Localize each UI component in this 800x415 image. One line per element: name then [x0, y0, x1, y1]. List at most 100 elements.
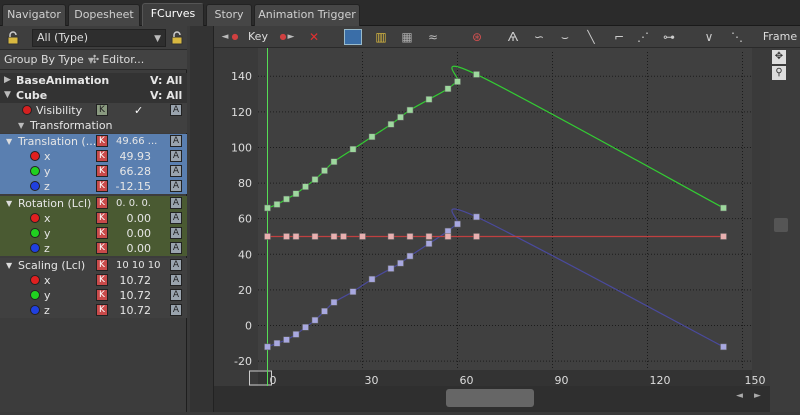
tree-item-rotation-x[interactable]: x K 0.00 A [0, 211, 187, 226]
animate-button[interactable]: A [170, 180, 182, 192]
tab-navigator[interactable]: Navigator [2, 4, 66, 26]
animate-button[interactable]: A [170, 135, 182, 147]
animate-button[interactable]: A [170, 304, 182, 316]
key-button[interactable]: K [96, 104, 108, 116]
key-button[interactable]: K [96, 212, 108, 224]
tree-item-scaling-y[interactable]: y K 10.72 A [0, 288, 187, 303]
tab-story[interactable]: Story [206, 4, 252, 26]
editor-button[interactable]: ✣ Editor... [90, 52, 144, 68]
tree-item-scaling-z[interactable]: z K 10.72 A [0, 303, 187, 318]
tree-item-rotation-y[interactable]: y K 0.00 A [0, 226, 187, 241]
fcurve-graph[interactable]: 140 120 100 80 60 40 20 0 -20 0 30 60 90 120 150 [214, 48, 770, 412]
visibility-checkbox[interactable]: ✓ [134, 103, 143, 118]
tab-fcurves[interactable]: FCurves [142, 3, 204, 26]
value-field[interactable]: 0.00 [127, 241, 152, 256]
key-button[interactable]: K [96, 135, 108, 147]
keyframe [444, 233, 452, 240]
stepped-tangent-icon[interactable]: ⌐ [610, 29, 628, 45]
key-button[interactable]: K [96, 165, 108, 177]
animate-button[interactable]: A [170, 104, 182, 116]
tree-item-scaling-x[interactable]: x K 10.72 A [0, 273, 187, 288]
animate-button[interactable]: A [170, 165, 182, 177]
target-icon[interactable]: ⊛ [468, 29, 486, 45]
keyframe [444, 85, 452, 92]
spline-tangent-icon[interactable]: ∽ [530, 29, 548, 45]
pan-icon[interactable]: ✥ [772, 50, 786, 64]
snap-icon[interactable]: ▦ [398, 29, 416, 45]
fcurve-chart[interactable]: 140120100806040200-200 30 60 90 120 150 [214, 48, 770, 412]
tree-item-translation-y[interactable]: y K 66.28 A [0, 164, 187, 179]
keyframe [292, 331, 300, 338]
key-button[interactable]: K [96, 242, 108, 254]
key-button[interactable]: K [96, 227, 108, 239]
animate-button[interactable]: A [170, 259, 182, 271]
key-button[interactable]: K [96, 274, 108, 286]
animate-button[interactable]: A [170, 289, 182, 301]
value-field[interactable]: 66.28 [120, 164, 152, 179]
user-tangent-icon[interactable]: ⌣ [556, 29, 574, 45]
value-field[interactable]: 0.00 [127, 226, 152, 241]
scroll-right-icon[interactable]: ► [754, 391, 761, 401]
animate-button[interactable]: A [170, 242, 182, 254]
keyframe [349, 145, 357, 153]
lock-icon[interactable] [6, 31, 20, 45]
tree-item-rotation[interactable]: ▼ Rotation (Lcl) K 0. 0. 0. A [0, 196, 187, 211]
horizontal-scrollbar[interactable]: ◄ ► [214, 386, 770, 412]
cycle-tangent-icon[interactable]: ⋱ [728, 29, 746, 45]
animate-button[interactable]: A [170, 150, 182, 162]
settings-icon: ✣ [90, 53, 100, 66]
tree-item-transformation[interactable]: ▼ Transformation [0, 118, 187, 133]
horizontal-scroll-thumb[interactable] [446, 389, 534, 407]
tree-item-cube[interactable]: ▼ Cube V: All [0, 88, 187, 103]
tree-item-rotation-z[interactable]: z K 0.00 A [0, 241, 187, 256]
frame-all-icon[interactable] [344, 29, 362, 45]
key-button[interactable]: K [96, 304, 108, 316]
animate-button[interactable]: A [170, 197, 182, 209]
key-button[interactable]: K [96, 150, 108, 162]
keyframe [273, 340, 281, 347]
value-field[interactable]: -12.15 [116, 179, 151, 194]
zoom-icon[interactable]: ⚲ [772, 66, 786, 80]
delete-key-icon[interactable]: ✕ [306, 29, 322, 45]
animate-button[interactable]: A [170, 212, 182, 224]
key-button[interactable]: K [96, 180, 108, 192]
tab-animation-trigger[interactable]: Animation Trigger [254, 4, 360, 26]
value-field[interactable]: 49.93 [120, 149, 152, 164]
tree-item-scaling[interactable]: ▼ Scaling (Lcl) K 10 10 10 A [0, 258, 187, 273]
tree-item-visibility[interactable]: Visibility K ✓ A [0, 103, 187, 118]
animate-button[interactable]: A [170, 227, 182, 239]
keyframe [330, 158, 338, 165]
keyframe [425, 96, 433, 103]
curve-icon[interactable]: ≈ [424, 29, 442, 45]
key-button[interactable]: K [96, 197, 108, 209]
tree-item-translation-z[interactable]: z K -12.15 A [0, 179, 187, 194]
value-field[interactable]: 10.72 [120, 288, 152, 303]
flat-tangent-icon[interactable]: ∨ [700, 29, 718, 45]
tree-item-baseanimation[interactable]: ▶ BaseAnimation V: All [0, 73, 187, 88]
scroll-left-icon[interactable]: ◄ [736, 391, 743, 401]
next-key-icon[interactable]: ► [286, 29, 296, 45]
tree-item-translation-x[interactable]: x K 49.93 A [0, 149, 187, 164]
keyframe [397, 113, 404, 121]
keyframe [283, 336, 290, 343]
value-field[interactable]: 10.72 [120, 303, 152, 318]
type-select[interactable]: All (Type) ▼ [32, 29, 166, 47]
broken-tangent-icon[interactable]: ⋰ [634, 29, 652, 45]
value-field[interactable]: 10.72 [120, 273, 152, 288]
animate-button[interactable]: A [170, 274, 182, 286]
key-button[interactable]: K [96, 259, 108, 271]
chevron-down-icon: ▼ [154, 34, 161, 44]
tab-dopesheet[interactable]: Dopesheet [68, 4, 140, 26]
auto-tangent-icon[interactable]: Ѧ [504, 29, 522, 45]
lock-icon[interactable] [170, 31, 184, 45]
value-field[interactable]: 0.00 [127, 211, 152, 226]
key-button[interactable]: K [96, 289, 108, 301]
fit-icon[interactable]: ▥ [372, 29, 390, 45]
keyframe [368, 133, 376, 141]
weighted-tangent-icon[interactable]: ⊶ [660, 29, 678, 45]
group-by-dropdown[interactable]: Group By Type ▼ [4, 52, 94, 69]
tree-item-translation[interactable]: ▼ Translation (... K 49.66 ... A [0, 134, 187, 149]
divider[interactable] [190, 26, 214, 412]
vertical-scroll-thumb[interactable] [774, 218, 788, 232]
linear-tangent-icon[interactable]: ╲ [582, 29, 600, 45]
